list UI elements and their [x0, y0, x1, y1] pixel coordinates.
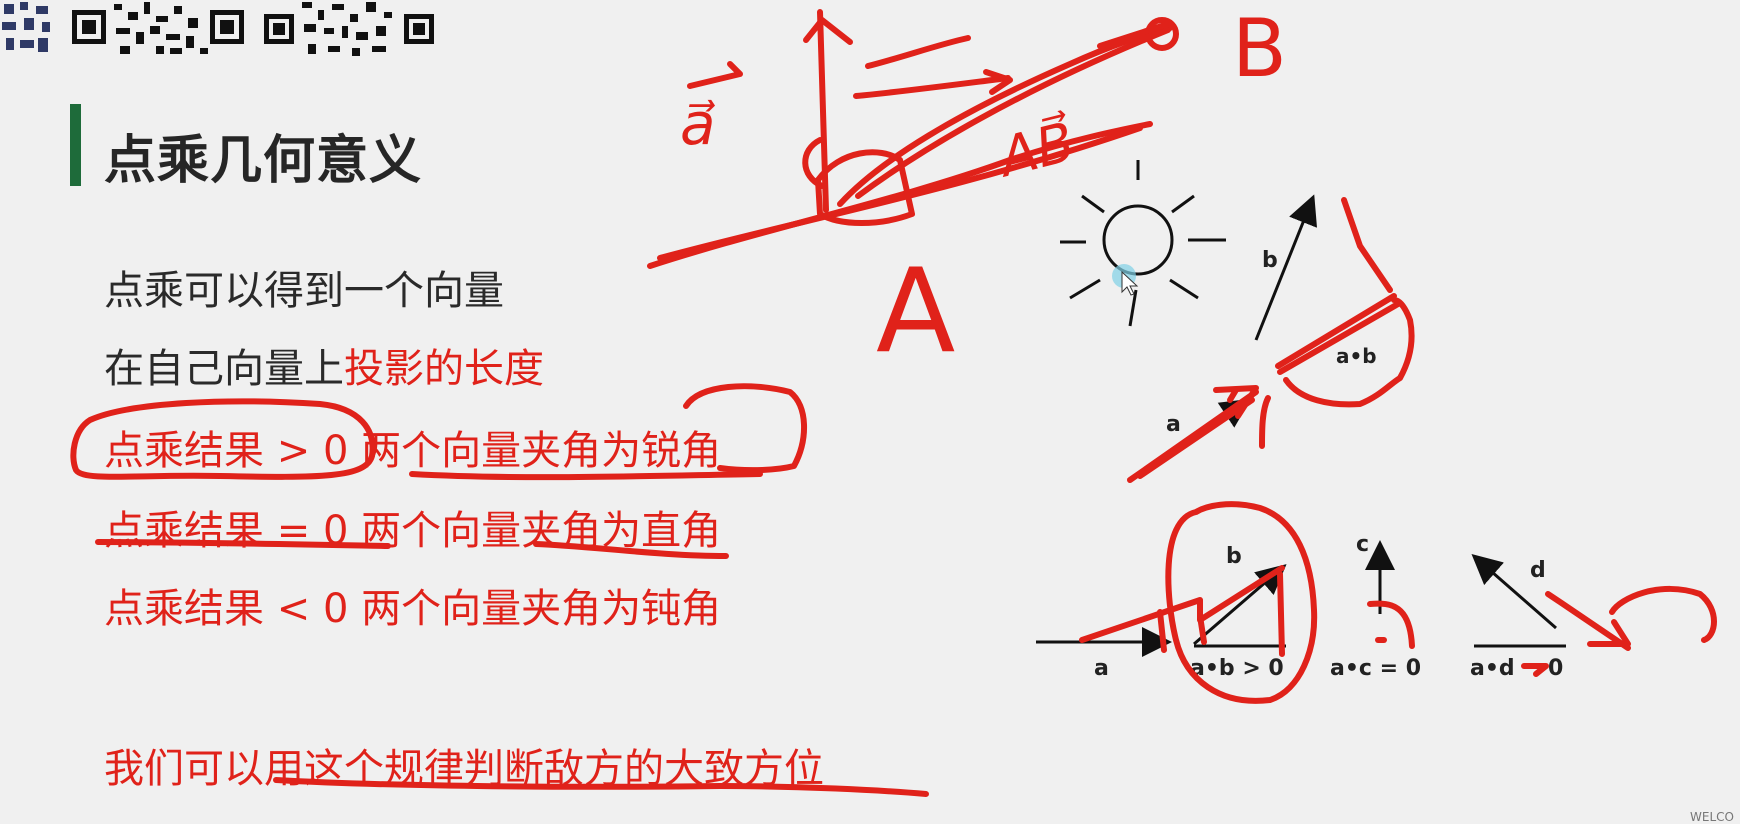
proj-label-a: a	[1166, 412, 1181, 437]
case-ad-text: a•d	[1470, 656, 1515, 681]
line-3-text: 点乘结果 > 0 两个向量夹角为锐角	[104, 428, 722, 474]
case-label-a: a	[1094, 656, 1109, 681]
case-label-b: b	[1226, 544, 1242, 569]
case-label-c: c	[1356, 532, 1370, 557]
line-4-text: 点乘结果 = 0 两个向量夹角为直角	[104, 508, 722, 554]
qr-code-partial	[0, 0, 56, 58]
annot-a-vec: a⃗	[680, 90, 716, 158]
line-2-highlight: 投影的长度	[344, 346, 544, 392]
line-4: 点乘结果 = 0 两个向量夹角为直角	[104, 498, 721, 556]
line-1-text: 点乘可以得到一个向量	[104, 268, 504, 314]
annot-ab-vec: AB⃗	[993, 109, 1081, 190]
line-1: 点乘可以得到一个向量	[104, 258, 504, 316]
proj-label-b: b	[1262, 248, 1278, 273]
cases-diagram	[1036, 540, 1566, 657]
line-2: 在自己向量上投影的长度	[104, 336, 544, 394]
bottom-line-text: 我们可以用这个规律判断敌方的大致方位	[104, 746, 824, 792]
qr-code-left	[70, 0, 246, 58]
annot-point-a: A	[876, 244, 956, 379]
case-label-d: d	[1530, 558, 1546, 583]
case-ab-text: a•b > 0	[1190, 656, 1284, 681]
slide-title: 点乘几何意义	[104, 131, 423, 191]
line-5: 点乘结果 < 0 两个向量夹角为钝角	[104, 576, 721, 634]
line-5-text: 点乘结果 < 0 两个向量夹角为钝角	[104, 586, 722, 632]
proj-label-ab: a•b	[1336, 344, 1377, 368]
cursor-highlight	[1112, 264, 1136, 288]
sun-icon	[1060, 160, 1226, 327]
qr-code-right	[262, 0, 436, 58]
projection-diagram	[1127, 194, 1318, 482]
bottom-line: 我们可以用这个规律判断敌方的大致方位	[104, 736, 824, 794]
cursor-icon	[1121, 270, 1139, 296]
corner-watermark: WELCO	[1690, 810, 1734, 824]
title-accent-bar	[70, 104, 81, 186]
case-ad-zero: 0	[1548, 656, 1564, 681]
line-3: 点乘结果 > 0 两个向量夹角为锐角	[104, 418, 721, 476]
line-2-text: 在自己向量上	[104, 346, 344, 392]
case-ac-text: a•c = 0	[1330, 656, 1422, 681]
annot-point-b: B	[1232, 2, 1287, 95]
